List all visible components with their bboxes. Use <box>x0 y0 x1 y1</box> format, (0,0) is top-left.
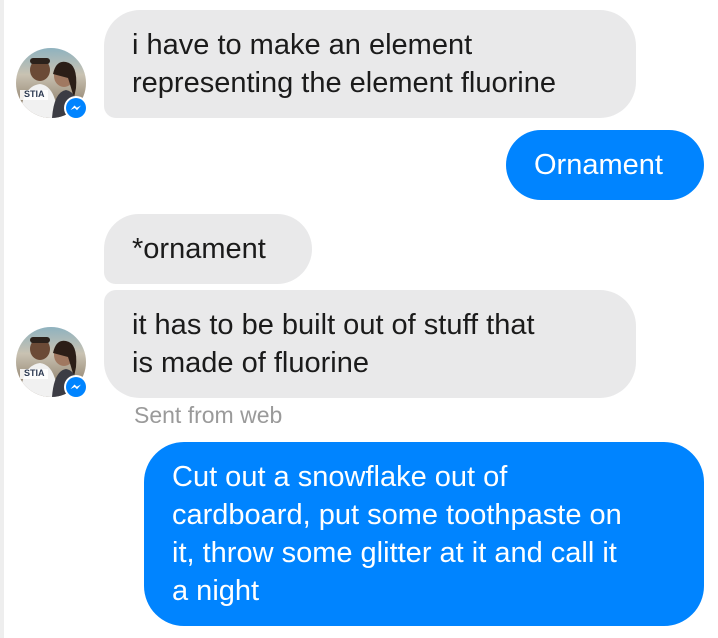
incoming-message-bubble[interactable]: i have to make an element representing t… <box>104 10 636 118</box>
avatar-shirt-text: STIA <box>24 368 45 378</box>
messenger-icon <box>66 98 86 118</box>
messenger-icon <box>66 377 86 397</box>
outgoing-message-bubble[interactable]: Ornament <box>506 130 704 200</box>
sent-from-label: Sent from web <box>134 402 283 428</box>
incoming-message-bubble[interactable]: *ornament <box>104 214 312 284</box>
left-edge-divider <box>0 0 4 638</box>
outgoing-message-bubble[interactable]: Cut out a snowflake out of cardboard, pu… <box>144 442 704 626</box>
messenger-badge <box>64 96 88 120</box>
avatar-shirt-text: STIA <box>24 89 45 99</box>
incoming-message-bubble[interactable]: it has to be built out of stuff that is … <box>104 290 636 398</box>
messenger-badge <box>64 375 88 399</box>
